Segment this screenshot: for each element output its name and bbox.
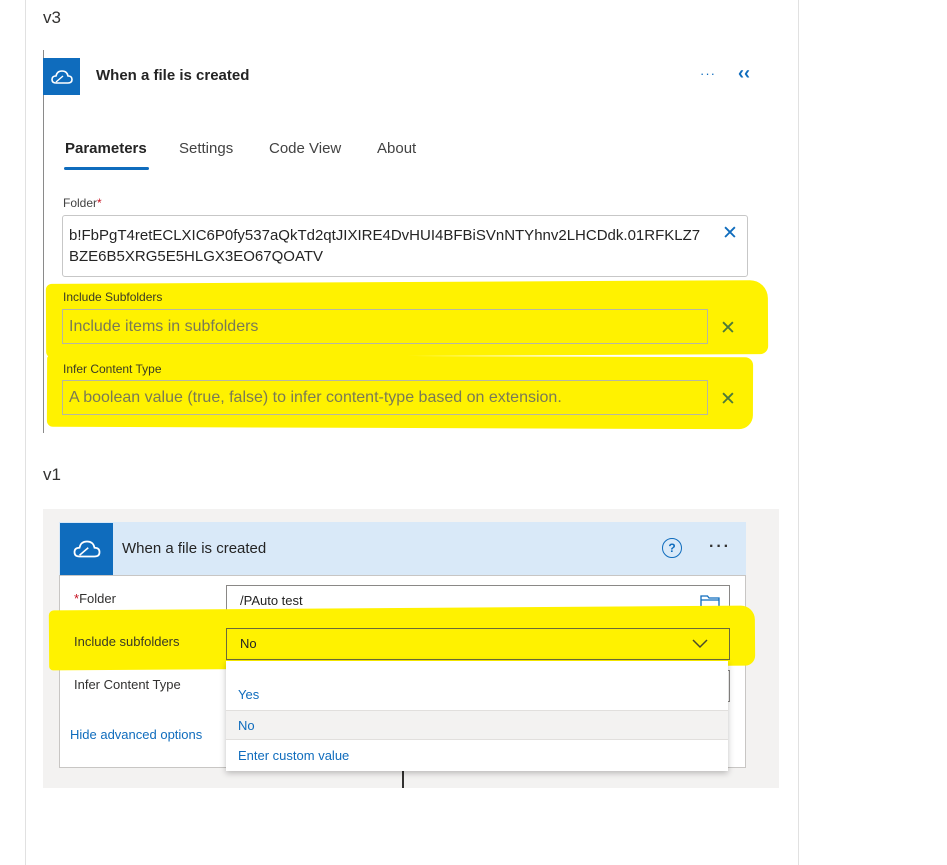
collapse-panel-icon[interactable]: ‹‹ <box>738 63 750 84</box>
clear-include-subfolders-icon[interactable]: ✕ <box>720 317 736 340</box>
cloud-icon <box>43 58 80 95</box>
tab-code-view[interactable]: Code View <box>269 140 341 157</box>
infer-content-type-label: Infer Content Type <box>63 362 162 376</box>
folder-label: Folder* <box>63 196 102 210</box>
v1-infer-content-type-label: Infer Content Type <box>74 677 181 692</box>
tab-settings[interactable]: Settings <box>179 140 233 157</box>
section-label-v3: v3 <box>43 8 61 27</box>
v1-folder-value: /PAuto test <box>240 593 303 608</box>
infer-content-type-input[interactable]: A boolean value (true, false) to infer c… <box>62 380 708 415</box>
v1-trigger-title: When a file is created <box>122 540 267 557</box>
cloud-icon <box>60 523 113 575</box>
include-subfolders-input[interactable]: Include items in subfolders <box>62 309 708 344</box>
active-tab-indicator <box>64 167 149 170</box>
v1-folder-label: *Folder <box>74 591 116 606</box>
v1-include-subfolders-value: No <box>240 636 257 651</box>
section-label-v1: v1 <box>43 465 61 484</box>
clear-folder-icon[interactable]: ✕ <box>722 222 738 245</box>
chevron-down-icon <box>692 639 708 649</box>
more-options-icon[interactable]: ··· <box>709 538 731 556</box>
v1-include-subfolders-select[interactable]: No <box>226 628 730 660</box>
folder-value: b!FbPgT4retECLXIC6P0fy537aQkTd2qtJIXIRE4… <box>69 227 701 265</box>
more-options-icon[interactable]: ··· <box>700 66 716 81</box>
folder-input[interactable]: b!FbPgT4retECLXIC6P0fy537aQkTd2qtJIXIRE4… <box>62 215 748 277</box>
tab-about[interactable]: About <box>377 140 416 157</box>
hide-advanced-options-link[interactable]: Hide advanced options <box>70 727 202 742</box>
dropdown-option-custom[interactable]: Enter custom value <box>226 741 728 771</box>
v3-trigger-title: When a file is created <box>96 67 250 84</box>
v1-include-subfolders-label: Include subfolders <box>74 634 180 649</box>
include-subfolders-label: Include Subfolders <box>63 290 163 304</box>
dropdown-option-no[interactable]: No <box>226 710 728 740</box>
flow-connector <box>402 768 404 788</box>
tab-parameters[interactable]: Parameters <box>65 140 147 157</box>
include-subfolders-dropdown: Yes No Enter custom value <box>226 661 728 771</box>
v3-flow-line <box>43 50 44 433</box>
dropdown-option-yes[interactable]: Yes <box>226 680 728 710</box>
clear-infer-content-type-icon[interactable]: ✕ <box>720 388 736 411</box>
help-icon[interactable]: ? <box>662 538 682 558</box>
